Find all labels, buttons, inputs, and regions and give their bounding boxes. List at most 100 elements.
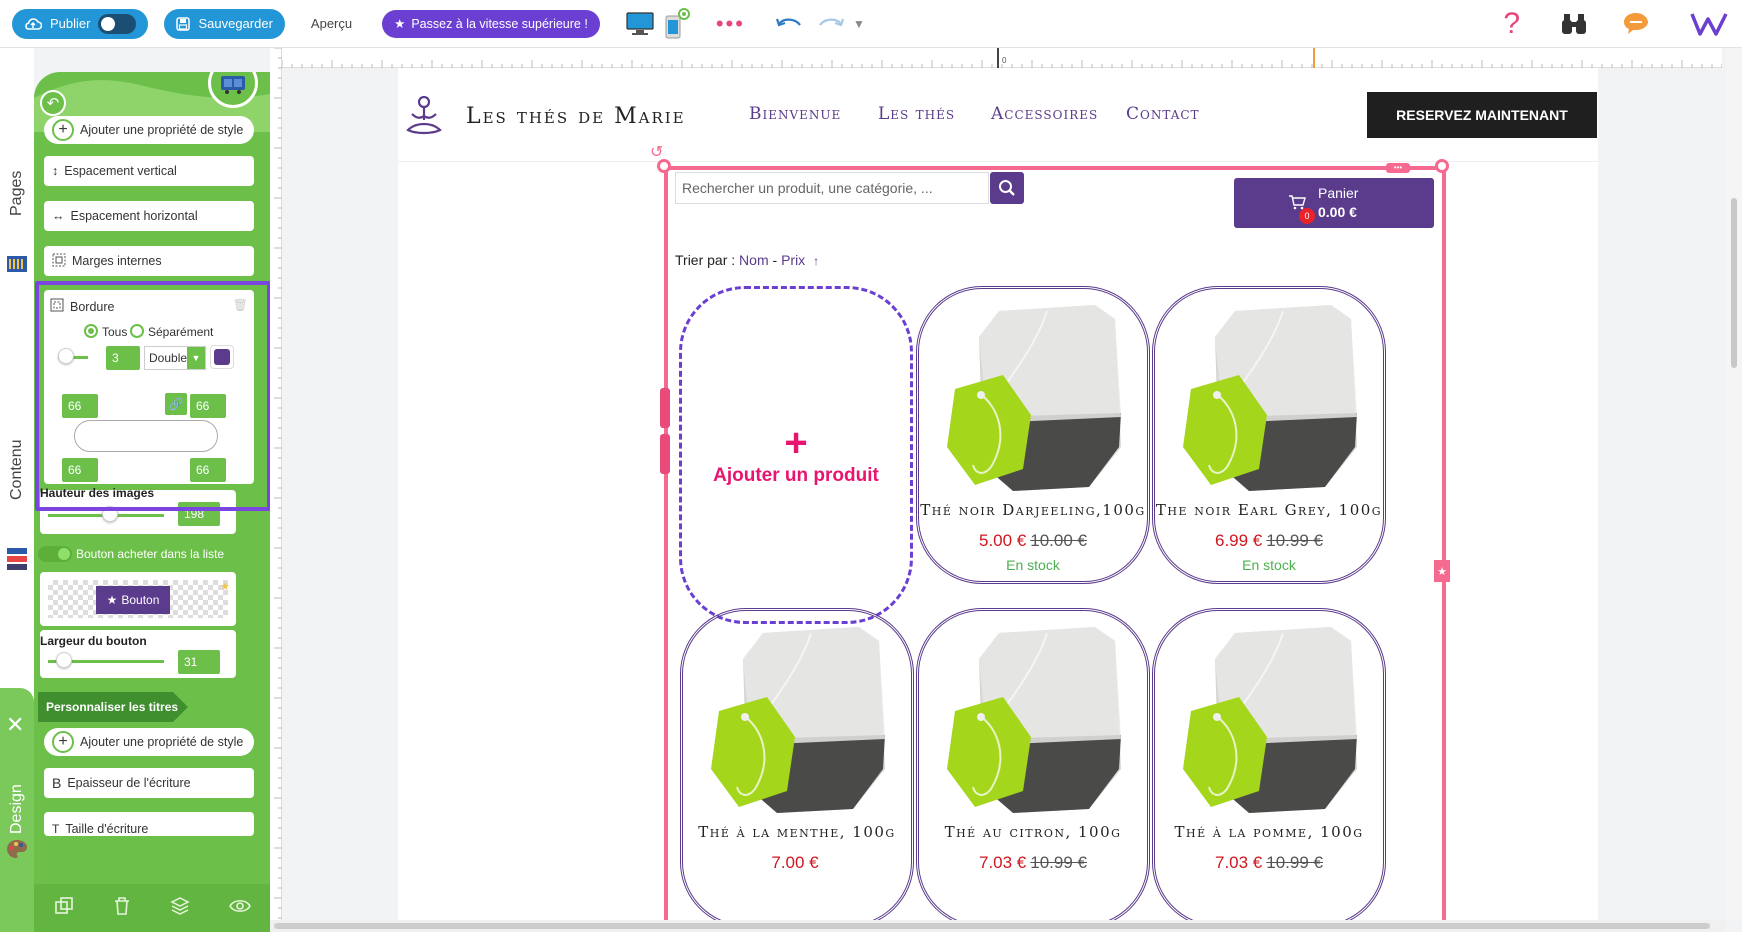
vertical-spacing-item[interactable]: ↕ Espacement vertical	[44, 156, 254, 186]
button-width-slider[interactable]	[56, 652, 72, 668]
chat-icon[interactable]	[1622, 11, 1650, 37]
product-card[interactable]: Thé noir Darjeeling,100g 5.00 €10.00 € E…	[916, 286, 1150, 584]
upgrade-button[interactable]: ★ Passez à la vitesse supérieure !	[382, 9, 600, 38]
buy-button-toggle[interactable]	[38, 546, 72, 562]
image-height-slider[interactable]	[102, 506, 118, 522]
reserve-now-button[interactable]: RESERVEZ MAINTENANT	[1367, 92, 1597, 138]
button-preview[interactable]: ★ Bouton	[96, 586, 170, 614]
horizontal-spacing-item[interactable]: ↔ Espacement horizontal	[44, 201, 254, 231]
pages-tool-icon[interactable]	[5, 252, 29, 281]
add-style-property-button[interactable]: + Ajouter une propriété de style	[44, 116, 254, 144]
close-panel-icon[interactable]: ✕	[6, 712, 24, 738]
product-name[interactable]: Thé à la menthe, 100g	[683, 823, 911, 841]
left-drag-handle-1[interactable]	[660, 388, 670, 428]
vertical-scrollbar-thumb[interactable]	[1731, 198, 1737, 368]
sort-by-price-link[interactable]: Prix	[781, 252, 805, 268]
history-dropdown-icon[interactable]: ▼	[853, 17, 865, 31]
sort-bar: Trier par : Nom - Prix ↑	[675, 252, 819, 268]
font-weight-item[interactable]: B Epaisseur de l'écriture	[44, 768, 254, 798]
meditation-logo-icon[interactable]	[402, 94, 446, 143]
binoculars-icon[interactable]	[1560, 12, 1588, 36]
product-card[interactable]: The noir Earl Grey, 100g 6.99 €10.99 € E…	[1152, 286, 1386, 584]
image-height-input[interactable]: 198	[178, 502, 220, 526]
nav-les-thes[interactable]: Les thés	[878, 104, 955, 124]
add-product-card[interactable]: + Ajouter un produit	[679, 286, 913, 624]
vertical-scrollbar[interactable]	[1726, 48, 1742, 920]
padding-box-icon	[52, 253, 66, 270]
help-icon[interactable]: ?	[1503, 7, 1520, 41]
preview-link[interactable]: Aperçu	[311, 16, 352, 31]
padding-item[interactable]: Marges internes	[44, 246, 254, 276]
product-name[interactable]: The noir Earl Grey, 100g	[1155, 501, 1383, 519]
redo-icon[interactable]	[817, 15, 845, 33]
radio-separate-label: Séparément	[148, 325, 214, 339]
product-card[interactable]: Thé au citron, 100g 7.03 €10.99 €	[916, 608, 1150, 920]
resize-handle-top-right[interactable]	[1435, 159, 1449, 173]
trash-icon[interactable]: 🗑	[233, 298, 248, 312]
radius-top-left-input[interactable]: 66	[62, 394, 98, 418]
more-options-icon[interactable]: •••	[716, 11, 745, 37]
customize-titles-section[interactable]: Personnaliser les titres	[38, 692, 188, 722]
horizontal-scrollbar-thumb[interactable]	[274, 923, 1710, 929]
publish-toggle[interactable]	[98, 13, 137, 34]
vertical-arrows-icon: ↕	[52, 164, 59, 178]
radius-bottom-right-input[interactable]: 66	[190, 458, 226, 482]
mobile-view-icon[interactable]	[664, 7, 690, 40]
add-style-property-button-2[interactable]: + Ajouter une propriété de style	[44, 728, 254, 756]
duplicate-icon[interactable]	[54, 896, 74, 921]
upgrade-label: Passez à la vitesse supérieure !	[411, 16, 588, 31]
cart-total: 0.00 €	[1318, 204, 1357, 220]
save-button[interactable]: Sauvegarder	[164, 8, 285, 39]
product-price: 6.99 €10.99 €	[1155, 531, 1383, 551]
layers-icon[interactable]	[169, 896, 190, 921]
border-color-picker[interactable]	[210, 345, 234, 369]
tab-pages[interactable]: Pages	[0, 171, 34, 220]
nav-accessoires[interactable]: Accessoires	[991, 104, 1098, 124]
radio-all[interactable]	[84, 324, 98, 338]
border-width-slider[interactable]	[58, 348, 74, 364]
product-card[interactable]: Thé à la menthe, 100g 7.00 €	[680, 608, 914, 920]
tab-contenu[interactable]: Contenu	[0, 440, 34, 514]
site-brand-title[interactable]: Les thés de Marie	[466, 104, 686, 129]
sort-arrow-up-icon[interactable]: ↑	[813, 254, 819, 268]
nav-contact[interactable]: Contact	[1126, 104, 1200, 124]
widget-star-handle-icon[interactable]: ★	[1434, 560, 1450, 582]
content-tool-icon[interactable]	[5, 546, 29, 577]
radius-bottom-left-input[interactable]: 66	[62, 458, 98, 482]
publish-button[interactable]: Publier	[12, 8, 149, 39]
horizontal-scrollbar[interactable]	[270, 920, 1726, 932]
cart-button[interactable]: 0 Panier 0.00 €	[1234, 178, 1434, 228]
border-style-select[interactable]: Double ▼	[144, 346, 206, 370]
favorite-star-icon[interactable]: ★	[220, 580, 230, 593]
horizontal-arrows-icon: ↔	[52, 209, 65, 223]
font-size-item[interactable]: T Taille d'écriture	[44, 812, 254, 836]
search-button[interactable]	[990, 172, 1024, 204]
link-icon[interactable]: 🔗	[164, 392, 188, 416]
undo-icon[interactable]	[775, 15, 803, 33]
sort-by-name-link[interactable]: Nom	[739, 252, 769, 268]
rotate-reset-icon[interactable]: ↺	[650, 142, 663, 162]
product-current-price: 7.03 €	[1215, 853, 1263, 872]
back-icon[interactable]: ↶	[40, 90, 66, 116]
product-name[interactable]: Thé au citron, 100g	[919, 823, 1147, 841]
left-drag-handle-2[interactable]	[660, 434, 670, 474]
select-arrow-icon: ▼	[187, 347, 205, 369]
product-card[interactable]: Thé à la pomme, 100g 7.03 €10.99 €	[1152, 608, 1386, 920]
radius-top-right-input[interactable]: 66	[190, 394, 226, 418]
product-search-input[interactable]: Rechercher un produit, une catégorie, ..…	[675, 172, 989, 204]
nav-bienvenue[interactable]: Bienvenue	[749, 104, 841, 124]
button-preview-card: ★ Bouton ★	[40, 572, 236, 626]
product-name[interactable]: Thé noir Darjeeling,100g	[919, 501, 1147, 519]
widget-options-icon[interactable]: •••	[1386, 163, 1410, 173]
product-name[interactable]: Thé à la pomme, 100g	[1155, 823, 1383, 841]
border-settings-card: Bordure 🗑 Tous Séparément 3 Double ▼ 66 …	[44, 290, 254, 484]
product-current-price: 5.00 €	[979, 531, 1027, 550]
eye-icon[interactable]	[228, 898, 251, 919]
desktop-view-icon[interactable]	[626, 11, 654, 36]
border-width-input[interactable]: 3	[106, 346, 140, 370]
cloud-upload-icon	[24, 17, 42, 31]
button-width-input[interactable]: 31	[178, 650, 220, 674]
radio-separate[interactable]	[130, 324, 144, 338]
delete-icon[interactable]	[113, 896, 131, 921]
palette-icon[interactable]	[5, 838, 29, 867]
